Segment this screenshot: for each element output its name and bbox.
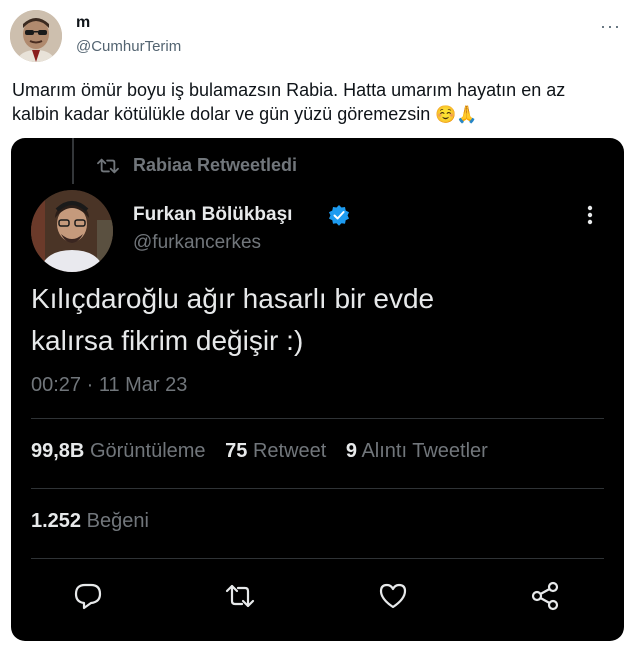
tweet-body-line1: Kılıçdaroğlu ağır hasarlı bir evde	[31, 283, 435, 314]
views-label: Görüntüleme	[89, 440, 206, 462]
outer-more-options-icon[interactable]: ···	[600, 16, 621, 37]
retweets-label: Retweet	[252, 440, 327, 462]
avatar-portrait-icon	[10, 10, 62, 62]
quotes-label: Alıntı Tweetler	[361, 440, 488, 462]
divider	[31, 558, 604, 559]
outer-author-name[interactable]: m	[76, 14, 90, 32]
quotes-stat[interactable]: 9 Alıntı Tweetler	[346, 440, 488, 462]
avatar-portrait-icon	[31, 190, 113, 272]
inner-author-avatar[interactable]	[31, 190, 113, 272]
likes-count: 1.252	[31, 510, 82, 532]
tweet-stats-row: 99,8B Görüntüleme 75 Retweet 9 Alıntı Tw…	[31, 440, 502, 463]
emoji-icons: ☺️🙏	[435, 105, 478, 124]
more-options-icon[interactable]	[585, 204, 595, 226]
views-stat[interactable]: 99,8B Görüntüleme	[31, 440, 206, 462]
share-icon[interactable]	[529, 580, 561, 612]
verified-badge-icon	[329, 205, 349, 226]
thread-line	[72, 138, 74, 184]
outer-tweet-text-line1: Umarım ömür boyu iş bulamazsın Rabia. Ha…	[12, 80, 566, 100]
divider	[31, 488, 604, 489]
outer-tweet-text: Umarım ömür boyu iş bulamazsın Rabia. Ha…	[12, 78, 612, 127]
likes-stat[interactable]: 1.252 Beğeni	[31, 510, 149, 533]
outer-author-avatar[interactable]	[10, 10, 62, 62]
inner-author-name[interactable]: Furkan Bölükbaşı	[133, 204, 292, 226]
tweet-body-text: Kılıçdaroğlu ağır hasarlı bir evde kalır…	[31, 278, 591, 362]
outer-tweet-text-line2: kalbin kadar kötülükle dolar ve gün yüzü…	[12, 104, 431, 124]
retweet-icon	[97, 158, 119, 174]
views-count: 99,8B	[31, 440, 85, 462]
reply-icon[interactable]	[72, 580, 104, 612]
retweeted-by-label[interactable]: Rabiaa Retweetledi	[133, 155, 297, 176]
retweet-action-icon[interactable]	[224, 580, 256, 612]
tweet-timestamp[interactable]: 00:27 · 11 Mar 23	[31, 374, 187, 397]
like-icon[interactable]	[377, 580, 409, 612]
inner-author-handle[interactable]: @furkancerkes	[133, 232, 261, 254]
retweets-stat[interactable]: 75 Retweet	[225, 440, 326, 462]
outer-author-handle[interactable]: @CumhurTerim	[76, 38, 181, 55]
divider	[31, 418, 604, 419]
likes-label: Beğeni	[86, 510, 149, 532]
tweet-body-line2: kalırsa fikrim değişir :)	[31, 325, 304, 356]
embedded-tweet-card: Rabiaa Retweetledi Furkan Bölükbaşı @fur…	[11, 138, 624, 641]
quotes-count: 9	[345, 440, 357, 462]
retweets-count: 75	[225, 440, 248, 462]
